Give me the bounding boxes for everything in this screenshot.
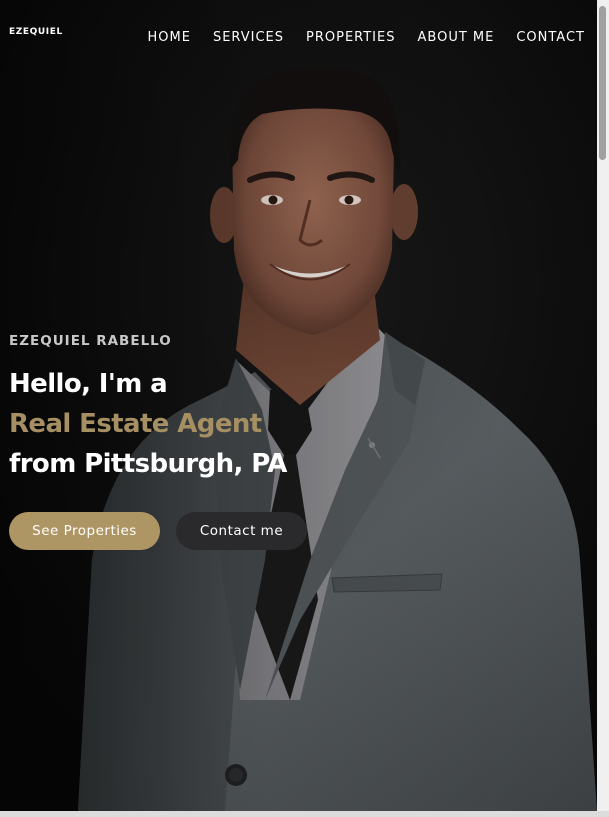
- headline-line-greeting: Hello, I'm a: [9, 369, 168, 399]
- site-logo[interactable]: EZEQUIEL: [9, 27, 63, 37]
- window-bottom-edge: [0, 811, 609, 817]
- agent-name-eyebrow: EZEQUIEL RABELLO: [9, 333, 172, 349]
- nav-item-properties[interactable]: PROPERTIES: [306, 30, 396, 45]
- headline-line-location: from Pittsburgh, PA: [9, 449, 287, 479]
- scrollbar-thumb[interactable]: [599, 6, 606, 160]
- nav-item-home[interactable]: HOME: [147, 30, 190, 45]
- hero-headline: Hello, I'm a Real Estate Agent from Pitt…: [9, 364, 287, 484]
- see-properties-button[interactable]: See Properties: [9, 512, 160, 550]
- main-navigation: HOME SERVICES PROPERTIES ABOUT ME CONTAC…: [125, 30, 585, 45]
- nav-item-services[interactable]: SERVICES: [213, 30, 284, 45]
- nav-item-about-me[interactable]: ABOUT ME: [418, 30, 495, 45]
- page-viewport: EZEQUIEL HOME SERVICES PROPERTIES ABOUT …: [0, 0, 597, 811]
- nav-item-contact[interactable]: CONTACT: [516, 30, 585, 45]
- contact-me-button[interactable]: Contact me: [176, 512, 307, 550]
- vertical-scrollbar[interactable]: [597, 0, 609, 811]
- headline-line-role: Real Estate Agent: [9, 409, 262, 439]
